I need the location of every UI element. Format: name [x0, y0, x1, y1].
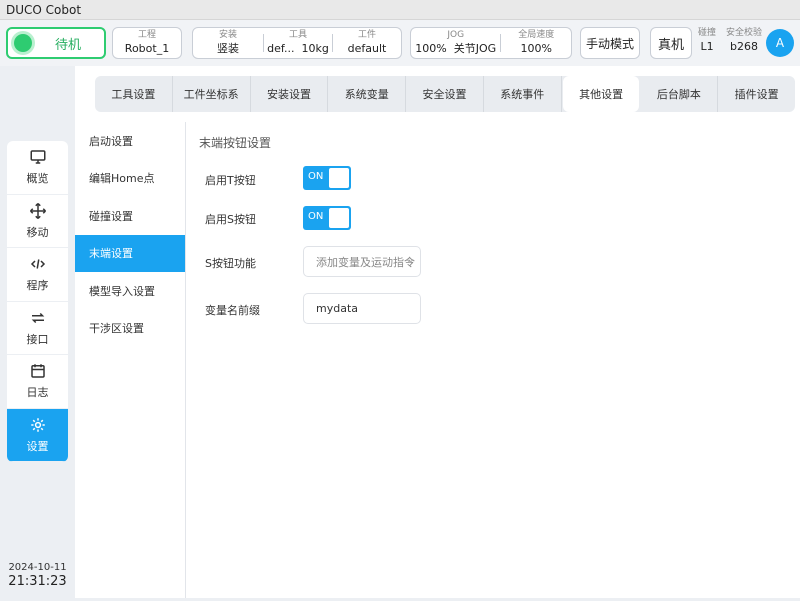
status-indicator-icon [14, 34, 32, 52]
code-icon [30, 259, 45, 269]
submenu-item[interactable]: 模型导入设置 [75, 272, 185, 310]
install-tool-workpiece-box[interactable]: 安装 竖装 工具 def... 10kg 工件 default [192, 27, 402, 59]
project-label: 工程 [137, 30, 156, 40]
safety-check-label: 安全校验 [726, 28, 763, 38]
enable-s-toggle[interactable]: ON [303, 206, 351, 230]
tab-item[interactable]: 后台脚本 [640, 76, 719, 112]
clock-date: 2024-10-11 [8, 562, 67, 573]
calendar-icon [30, 364, 45, 378]
sub-menu: 启动设置 编辑Home点 碰撞设置 末端设置 模型导入设置 干涉区设置 [75, 122, 186, 598]
global-speed-label: 全局速度 [518, 30, 555, 40]
toggle-state: ON [308, 171, 324, 182]
toggle-state: ON [308, 211, 324, 222]
submenu-item[interactable]: 干涉区设置 [75, 310, 185, 348]
status-label: 待机 [54, 37, 81, 53]
enable-t-toggle[interactable]: ON [303, 166, 351, 190]
tab-item[interactable]: 其他设置 [562, 76, 640, 112]
sidebar-item[interactable]: 程序 [7, 248, 68, 302]
sidebar-item[interactable]: 接口 [7, 302, 68, 355]
toggle-knob [329, 168, 349, 188]
install-label: 安装 [218, 30, 237, 40]
install-value: 竖装 [217, 41, 239, 55]
jog-speed-box[interactable]: JOG 100% 关节JOG 全局速度 100% [410, 27, 572, 59]
sidebar-item-label: 设置 [26, 439, 49, 453]
manual-mode-button[interactable]: 手动模式 [580, 27, 640, 59]
tool-label: 工具 [288, 30, 307, 40]
submenu-item[interactable]: 启动设置 [75, 122, 185, 160]
jog-percent: 100% [415, 41, 447, 55]
var-prefix-input[interactable]: mydata [303, 293, 421, 324]
safety-check-value: b268 [730, 39, 758, 53]
s-function-value: 添加变量及运动指令 [316, 255, 415, 269]
gear-icon [30, 418, 45, 432]
safety-check-indicator: 安全校验 b268 [726, 28, 763, 53]
avatar[interactable]: A [766, 29, 794, 57]
window-title: DUCO Cobot [0, 0, 800, 20]
sidebar-item[interactable]: 设置 [7, 408, 68, 462]
settings-tabbar: 工具设置 工件坐标系 安装设置 系统变量 安全设置 系统事件 其他设置 后台脚本 插件设置 [95, 76, 795, 112]
project-value: Robot_1 [124, 41, 170, 55]
move-arrows-icon [29, 202, 46, 219]
sidebar-item[interactable]: 移动 [7, 195, 68, 248]
sidebar-item-label: 程序 [26, 279, 49, 293]
settings-tabs-container: 工具设置 工件坐标系 安装设置 系统变量 安全设置 系统事件 其他设置 后台脚本 插件设置 [75, 66, 800, 122]
tab-item[interactable]: 系统变量 [328, 76, 407, 112]
tab-item[interactable]: 工具设置 [95, 76, 173, 112]
jog-mode: 关节JOG [453, 41, 497, 55]
collision-value: L1 [700, 39, 714, 53]
sidebar-item[interactable]: 日志 [7, 355, 68, 409]
tool-weight: 10kg [301, 41, 329, 55]
tab-item[interactable]: 插件设置 [718, 76, 795, 112]
tab-item[interactable]: 工件坐标系 [173, 76, 251, 112]
collision-indicator: 碰撞 L1 [698, 28, 717, 53]
toggle-knob [329, 208, 349, 228]
tab-item[interactable]: 系统事件 [484, 76, 562, 112]
global-speed-value: 100% [520, 41, 552, 55]
tab-item[interactable]: 安全设置 [406, 76, 484, 112]
s-function-label: S按钮功能 [205, 257, 256, 270]
chevron-down-icon [406, 259, 414, 264]
real-machine-button[interactable]: 真机 [650, 27, 692, 59]
submenu-item[interactable]: 编辑Home点 [75, 160, 185, 198]
sidebar-item[interactable]: 概览 [7, 141, 68, 195]
workpiece-label: 工件 [357, 30, 376, 40]
project-box[interactable]: 工程 Robot_1 [112, 27, 182, 59]
collision-label: 碰撞 [698, 28, 717, 38]
main-sidebar: 概览移动程序接口日志设置 [7, 141, 68, 462]
monitor-icon [30, 150, 45, 164]
sidebar-item-label: 移动 [26, 225, 49, 239]
end-button-settings-panel: 末端按钮设置 启用T按钮 ON 启用S按钮 ON S按钮功能 添加变量及运动指令… [186, 122, 800, 598]
clock-time: 21:31:23 [8, 574, 67, 589]
top-header: 待机 工程 Robot_1 安装 竖装 工具 def... 10kg 工件 de… [0, 20, 800, 66]
tool-name: def... [267, 41, 295, 55]
submenu-item[interactable]: 碰撞设置 [75, 197, 185, 235]
swap-icon [31, 312, 44, 323]
workpiece-value: default [347, 41, 387, 55]
sidebar-item-label: 日志 [26, 386, 49, 400]
s-function-select[interactable]: 添加变量及运动指令 [303, 246, 421, 277]
var-prefix-label: 变量名前缀 [205, 304, 260, 317]
clock: 2024-10-11 21:31:23 [0, 562, 75, 589]
robot-status-button[interactable]: 待机 [6, 27, 106, 59]
tab-item[interactable]: 安装设置 [251, 76, 329, 112]
jog-label: JOG [447, 30, 465, 40]
sidebar-item-label: 概览 [26, 172, 49, 186]
section-title: 末端按钮设置 [199, 136, 272, 150]
submenu-item[interactable]: 末端设置 [75, 234, 185, 272]
sidebar-item-label: 接口 [26, 332, 49, 346]
enable-t-label: 启用T按钮 [205, 174, 256, 187]
enable-s-label: 启用S按钮 [205, 213, 256, 226]
